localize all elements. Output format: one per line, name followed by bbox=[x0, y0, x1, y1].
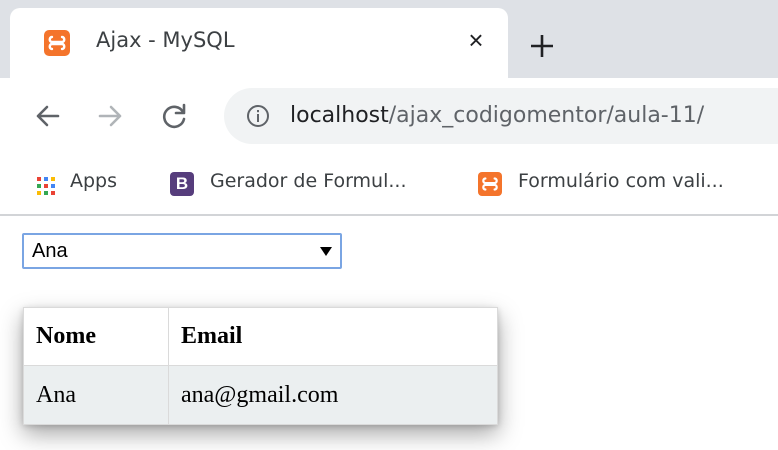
dropdown-arrow-icon bbox=[320, 247, 332, 256]
bookmark-label: Formulário com vali... bbox=[518, 170, 724, 192]
back-arrow-icon[interactable] bbox=[30, 98, 66, 134]
cell-nome: Ana bbox=[23, 365, 169, 425]
bookmarks-bar: Apps B Gerador de Formul... Formulário c… bbox=[0, 156, 778, 214]
xampp-favicon-icon bbox=[478, 172, 502, 196]
url-host: localhost bbox=[290, 103, 389, 128]
results-table-container: Nome Email Ana ana@gmail.com bbox=[23, 307, 498, 425]
info-icon[interactable] bbox=[246, 104, 270, 128]
table-header-row: Nome Email bbox=[23, 307, 498, 366]
forward-arrow-icon[interactable] bbox=[92, 98, 128, 134]
header-email: Email bbox=[168, 307, 498, 366]
reload-icon[interactable] bbox=[156, 98, 192, 134]
header-nome: Nome bbox=[23, 307, 169, 366]
bookmark-label: Gerador de Formul... bbox=[210, 170, 407, 192]
bookmark-label: Apps bbox=[70, 170, 118, 192]
bootstrap-b-icon: B bbox=[170, 172, 194, 196]
browser-toolbar: localhost/ajax_codigomentor/aula-11/ bbox=[0, 78, 778, 156]
name-select[interactable]: Ana bbox=[22, 233, 342, 269]
url-text[interactable]: localhost/ajax_codigomentor/aula-11/ bbox=[290, 103, 704, 128]
toolbar-divider bbox=[0, 214, 778, 216]
tab-title: Ajax - MySQL bbox=[96, 28, 235, 52]
cell-email: ana@gmail.com bbox=[168, 365, 498, 425]
results-table: Nome Email Ana ana@gmail.com bbox=[23, 307, 498, 425]
apps-grid-icon bbox=[36, 176, 56, 196]
select-value: Ana bbox=[32, 240, 68, 262]
table-row: Ana ana@gmail.com bbox=[23, 365, 498, 425]
xampp-favicon-icon bbox=[44, 30, 70, 56]
new-tab-plus-icon[interactable] bbox=[522, 26, 562, 66]
browser-tab[interactable]: Ajax - MySQL × bbox=[10, 8, 508, 78]
tab-strip: Ajax - MySQL × bbox=[0, 0, 778, 78]
url-path: /ajax_codigomentor/aula-11/ bbox=[388, 103, 705, 128]
address-bar[interactable]: localhost/ajax_codigomentor/aula-11/ bbox=[224, 88, 778, 144]
close-tab-icon[interactable]: × bbox=[462, 26, 490, 54]
